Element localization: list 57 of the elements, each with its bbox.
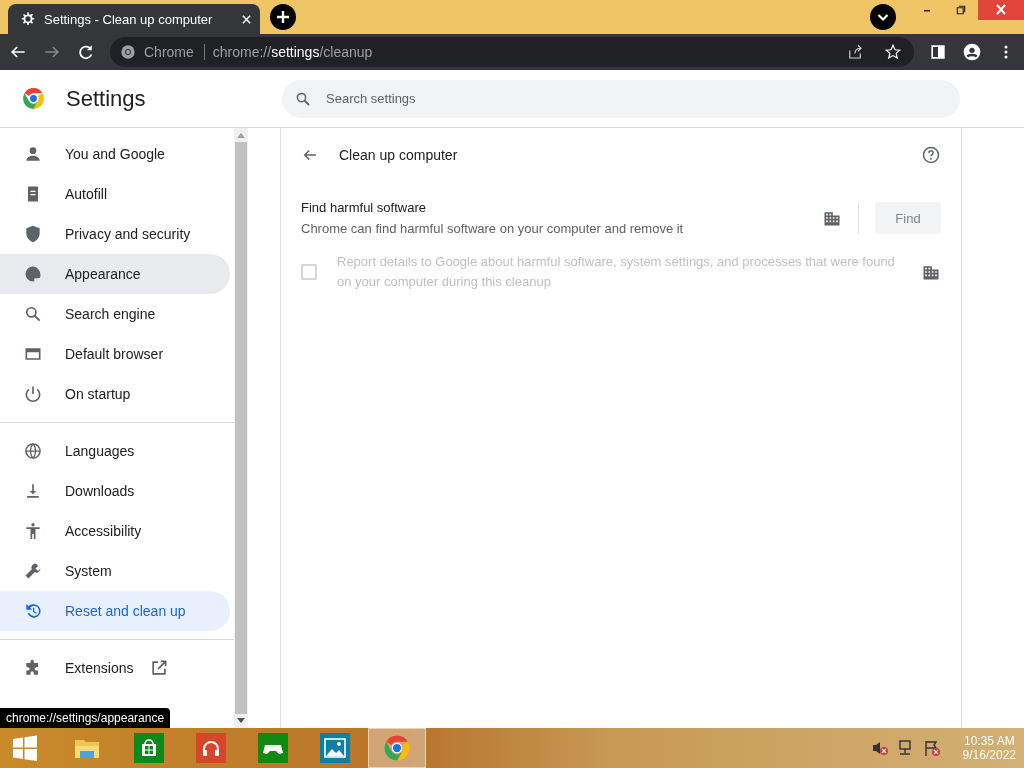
scrollbar[interactable] — [234, 128, 248, 728]
store-icon[interactable] — [134, 733, 164, 763]
sidebar-item[interactable]: On startup — [0, 374, 230, 414]
profile-icon[interactable] — [962, 42, 982, 62]
photos-icon[interactable] — [320, 733, 350, 763]
setting-description: Chrome can find harmful software on your computer and remove it — [301, 221, 685, 236]
scroll-down-arrow-icon[interactable] — [237, 718, 245, 724]
windows-start-icon[interactable] — [10, 733, 40, 763]
menu-item-icon — [23, 264, 43, 284]
headphones-icon[interactable] — [196, 733, 226, 763]
menu-item-icon — [23, 561, 43, 581]
menu-item-icon — [23, 384, 43, 404]
sidebar-item[interactable]: Autofill — [0, 174, 230, 214]
menu-item-icon — [23, 144, 43, 164]
menu-item-icon — [23, 441, 43, 461]
side-panel-icon[interactable] — [928, 42, 948, 62]
chrome-logo-icon — [120, 44, 136, 60]
sidebar-item[interactable]: Appearance — [0, 254, 230, 294]
menu-item-icon — [23, 521, 43, 541]
muted-speaker-icon[interactable] — [870, 739, 889, 757]
close-button[interactable] — [978, 0, 1024, 20]
link-status-tooltip: chrome://settings/appearance — [0, 708, 171, 728]
sidebar-item[interactable]: Languages — [0, 431, 230, 471]
settings-icon — [20, 11, 36, 27]
checkbox-label: Report details to Google about harmful software, system settings, and processes that were found on your computer during this cleanup — [337, 253, 896, 291]
sidebar-item[interactable]: Reset and clean up — [0, 591, 230, 631]
section-title: Clean up computer — [339, 147, 458, 163]
sidebar-item[interactable]: Search engine — [0, 294, 230, 334]
search-field[interactable]: Search settings — [282, 79, 960, 118]
sidebar-item[interactable]: Extensions — [0, 648, 230, 688]
flag-icon[interactable] — [922, 739, 941, 757]
share-icon[interactable] — [846, 43, 864, 61]
chrome-logo-icon — [21, 86, 46, 111]
new-tab-button[interactable] — [270, 4, 296, 30]
sidebar-item[interactable]: You and Google — [0, 134, 230, 174]
sidebar-item[interactable]: System — [0, 551, 230, 591]
tab-search-button[interactable] — [870, 4, 896, 30]
help-icon[interactable] — [921, 145, 941, 165]
tab-title: Settings - Clean up computer — [44, 11, 214, 27]
address-bar[interactable]: Chrome chrome://settings/cleanup — [110, 37, 914, 67]
close-icon[interactable] — [241, 13, 252, 25]
menu-item-icon — [23, 601, 43, 621]
page-title: Settings — [66, 85, 146, 112]
sidebar-item[interactable]: Accessibility — [0, 511, 230, 551]
sidebar-item[interactable]: Default browser — [0, 334, 230, 374]
sidebar-item[interactable]: Privacy and security — [0, 214, 230, 254]
menu-item-icon — [23, 304, 43, 324]
star-icon[interactable] — [884, 43, 902, 61]
setting-title: Find harmful software — [301, 200, 427, 215]
sidebar-item[interactable]: Downloads — [0, 471, 230, 511]
taskbar-button[interactable] — [368, 728, 426, 768]
browser-tab[interactable]: Settings - Clean up computer — [8, 4, 260, 34]
menu-item-icon — [23, 224, 43, 244]
site-label: Chrome — [144, 44, 205, 60]
url-text: chrome://settings/cleanup — [212, 44, 373, 60]
chrome-logo-icon — [382, 733, 412, 763]
game-controller-icon[interactable] — [258, 733, 288, 763]
